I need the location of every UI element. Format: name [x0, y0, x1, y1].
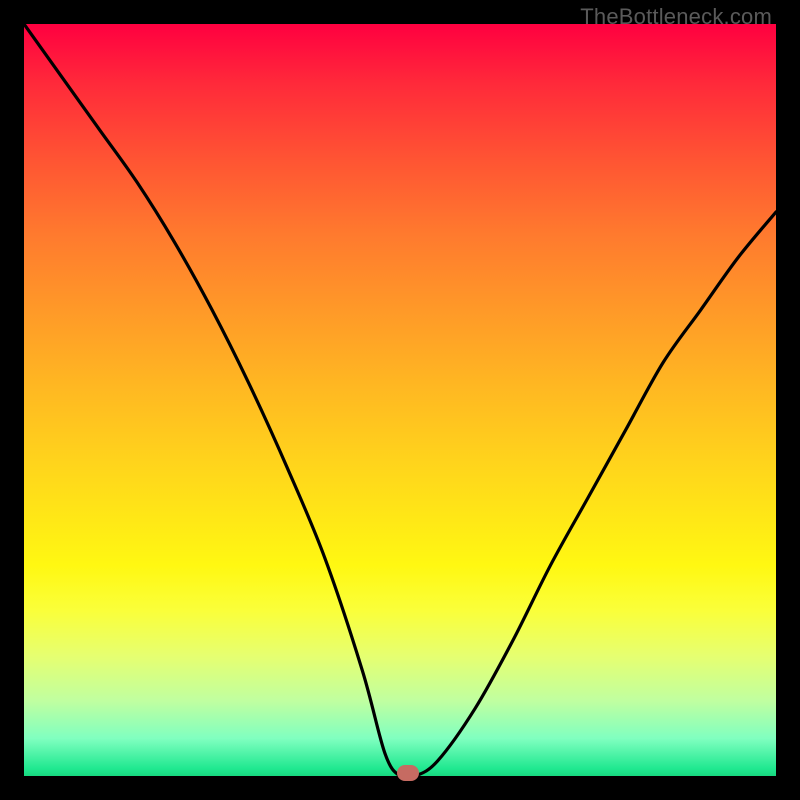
bottleneck-curve — [24, 24, 776, 776]
plot-area — [24, 24, 776, 776]
curve-path — [24, 24, 776, 776]
attribution-label: TheBottleneck.com — [580, 4, 772, 30]
chart-frame: TheBottleneck.com — [0, 0, 800, 800]
optimal-point-marker — [397, 765, 419, 781]
